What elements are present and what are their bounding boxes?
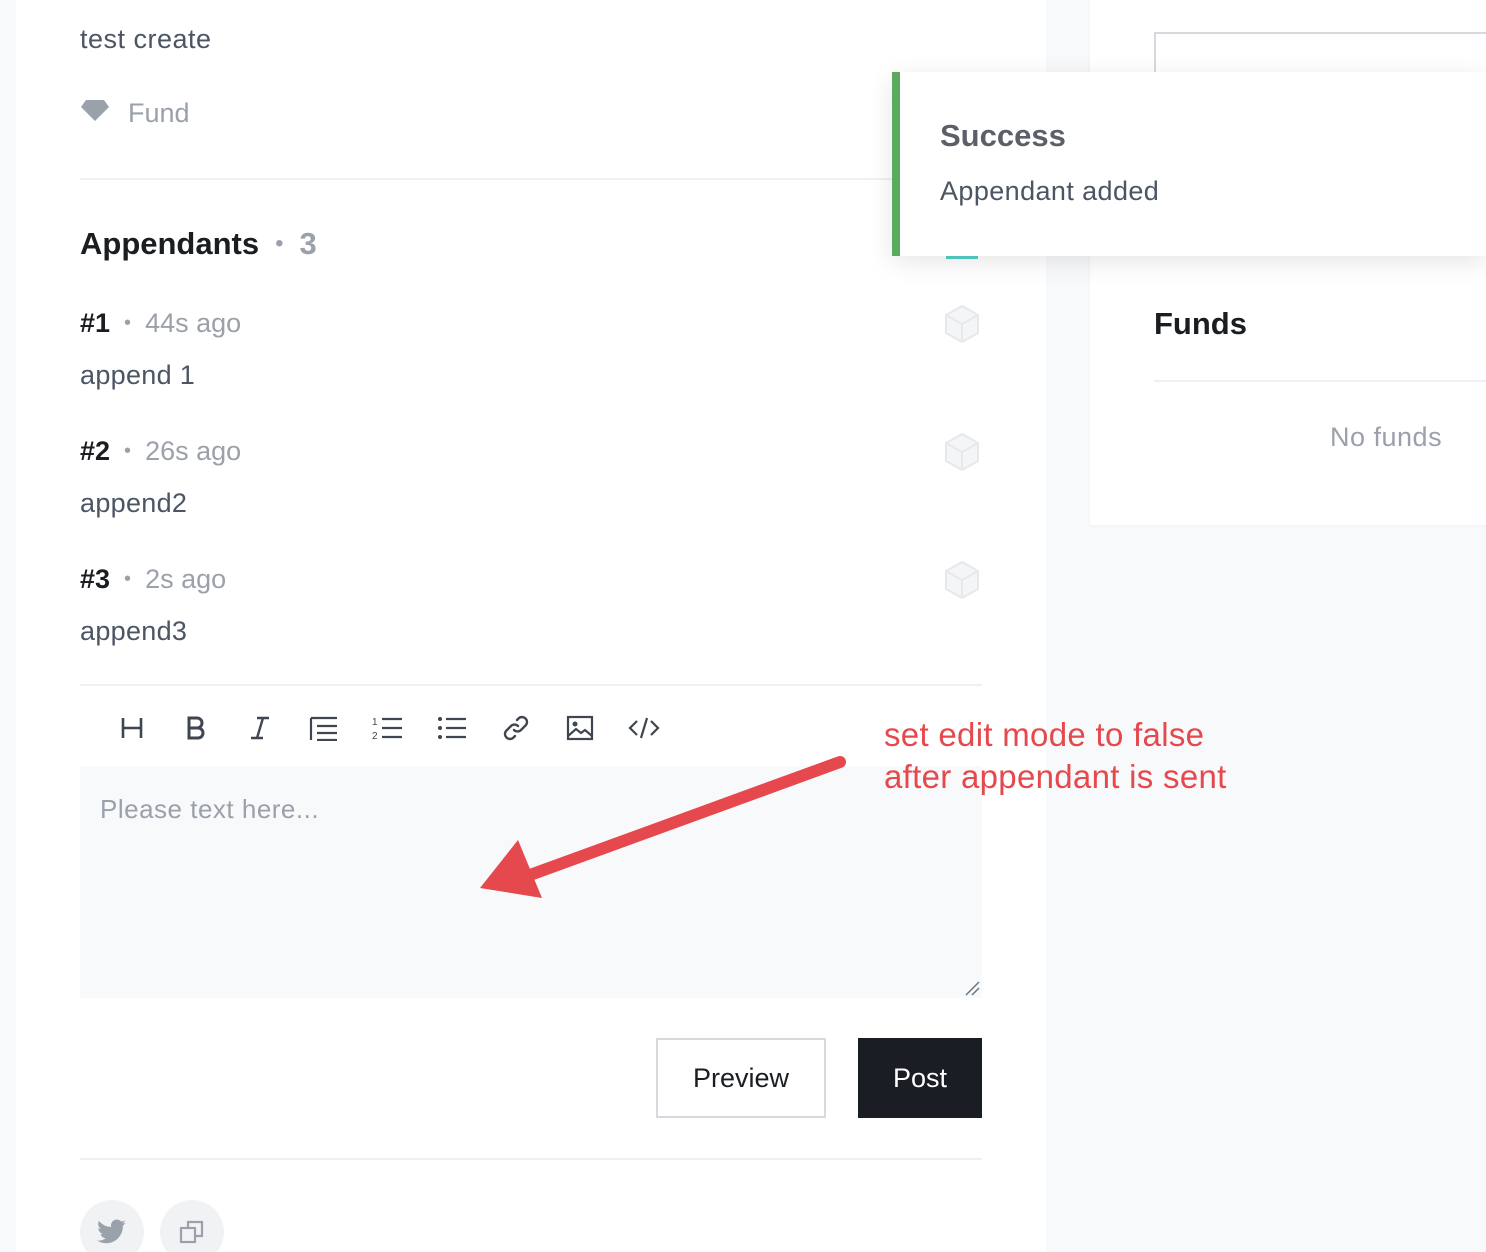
appendants-title: Appendants [80,226,260,261]
appendant-number: #1 [80,308,111,338]
divider [80,684,982,686]
resize-handle[interactable] [962,978,980,996]
appendants-heading: Appendants • 3 [80,226,317,262]
appendant-header: #3 • 2s ago [80,564,226,595]
diamond-icon [80,98,110,129]
separator-dot: • [124,568,132,590]
divider [80,178,982,180]
appendants-count: 3 [299,226,317,261]
appendant-time: 44s ago [145,308,242,338]
annotation-line: after appendant is sent [884,758,1227,795]
heading-icon[interactable] [110,706,154,750]
appendant-header: #2 • 26s ago [80,436,241,467]
separator-dot: • [124,312,132,334]
twitter-icon [97,1219,126,1244]
cube-icon[interactable] [944,304,980,344]
bold-icon[interactable] [174,706,218,750]
appendant-text: append3 [80,616,188,646]
appendant-number: #3 [80,564,111,594]
appendant-time: 26s ago [145,436,242,466]
bullet-list-icon[interactable] [430,706,474,750]
appendant-time: 2s ago [145,564,227,594]
fund-label: Fund [128,98,190,128]
appendant-header: #1 • 44s ago [80,308,241,339]
annotation-arrow [480,756,846,898]
annotation-text: set edit mode to false after appendant i… [884,714,1227,798]
toast-title: Success [940,118,1066,153]
ordered-list-icon[interactable]: 12 [366,706,410,750]
post-button[interactable]: Post [858,1038,982,1118]
appendant-number: #2 [80,436,111,466]
success-toast[interactable]: Success Appendant added [892,72,1486,256]
svg-text:2: 2 [372,731,378,741]
preview-button[interactable]: Preview [656,1038,826,1118]
appendant-text: append 1 [80,360,196,390]
indent-list-icon[interactable] [302,706,346,750]
cube-icon[interactable] [944,432,980,472]
appendant-text: append2 [80,488,188,518]
fund-tag[interactable]: Fund [80,98,190,129]
copy-link-icon [179,1220,204,1244]
separator-dot: • [275,230,284,257]
no-funds-text: No funds [1330,422,1443,452]
post-description: test create [80,24,212,54]
italic-icon[interactable] [238,706,282,750]
funds-title: Funds [1154,306,1247,341]
separator-dot: • [124,440,132,462]
svg-text:1: 1 [372,717,378,728]
divider [80,1158,982,1160]
cube-icon[interactable] [944,560,980,600]
annotation-line: set edit mode to false [884,716,1205,753]
divider [1154,380,1486,382]
tab-indicator [946,256,978,259]
toast-message: Appendant added [940,176,1160,206]
